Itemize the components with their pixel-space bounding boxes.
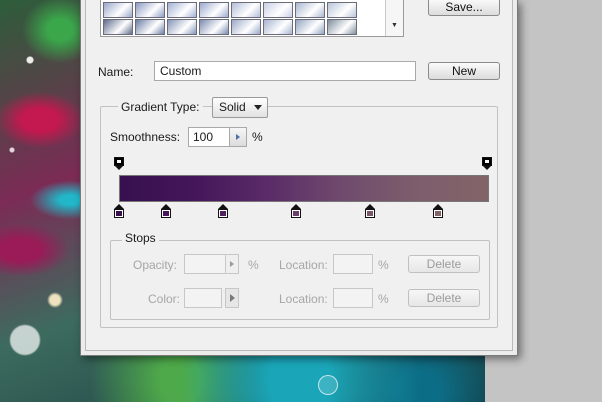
dialog-body: ▼ Save... Name: Custom New Gradient Type…	[85, 0, 513, 351]
gradient-preset-swatch[interactable]	[295, 19, 325, 35]
gradient-preset-swatch[interactable]	[263, 19, 293, 35]
chevron-down-icon	[254, 105, 262, 110]
smoothness-field[interactable]: 100	[188, 127, 230, 147]
gradient-preset-swatch[interactable]	[327, 2, 357, 18]
color-stop[interactable]	[218, 204, 228, 218]
gradient-preset-swatch[interactable]	[263, 2, 293, 18]
color-stop[interactable]	[114, 204, 124, 218]
color-stop[interactable]	[433, 204, 443, 218]
gradient-presets-grid[interactable]: ▼	[100, 0, 404, 37]
name-label: Name:	[98, 65, 134, 79]
color-stop[interactable]	[291, 204, 301, 218]
presets-scrollbar[interactable]: ▼	[385, 0, 403, 36]
color-stop[interactable]	[161, 204, 171, 218]
gradient-preset-swatch[interactable]	[167, 2, 197, 18]
bubble-decoration	[318, 375, 338, 395]
location-label-color: Location:	[279, 292, 328, 306]
delete-opacity-stop-button[interactable]: Delete	[408, 255, 480, 273]
location-field-opacity[interactable]	[333, 254, 373, 274]
location-label-opacity: Location:	[279, 258, 328, 272]
smoothness-slider-button[interactable]	[229, 127, 247, 147]
location-field-color[interactable]	[333, 288, 373, 308]
gradient-preview-bar[interactable]	[119, 175, 489, 202]
gradient-type-label: Gradient Type:	[118, 100, 203, 114]
location-unit-opacity: %	[378, 258, 389, 272]
stops-group	[110, 240, 490, 320]
stops-legend: Stops	[122, 231, 159, 245]
gradient-preset-swatch[interactable]	[103, 2, 133, 18]
opacity-stop-left[interactable]	[114, 157, 124, 171]
opacity-stop-right[interactable]	[482, 157, 492, 171]
new-button[interactable]: New	[428, 62, 500, 80]
gradient-preset-swatch[interactable]	[135, 2, 165, 18]
opacity-unit: %	[248, 258, 259, 272]
color-stop[interactable]	[365, 204, 375, 218]
smoothness-unit: %	[252, 130, 263, 144]
gradient-preset-swatch[interactable]	[295, 2, 325, 18]
gradient-preset-swatch[interactable]	[199, 19, 229, 35]
color-label: Color:	[148, 292, 181, 306]
opacity-field[interactable]	[184, 254, 226, 274]
gradient-preset-swatch[interactable]	[231, 19, 261, 35]
gradient-type-select[interactable]: Solid	[212, 97, 268, 118]
scroll-down-icon[interactable]: ▼	[391, 22, 398, 29]
smoothness-label: Smoothness:	[110, 130, 181, 144]
gradient-preset-swatch[interactable]	[199, 2, 229, 18]
color-menu-button[interactable]	[225, 288, 239, 308]
gradient-preset-swatch[interactable]	[231, 2, 261, 18]
gradient-preset-swatch[interactable]	[135, 19, 165, 35]
opacity-label: Opacity:	[133, 258, 178, 272]
gradient-type-value: Solid	[219, 100, 246, 114]
delete-color-stop-button[interactable]: Delete	[408, 289, 480, 307]
gradient-preset-swatch[interactable]	[167, 19, 197, 35]
opacity-slider-button[interactable]	[225, 254, 239, 274]
location-unit-color: %	[378, 292, 389, 306]
gradient-preset-swatch[interactable]	[103, 19, 133, 35]
gradient-preset-swatch[interactable]	[327, 19, 357, 35]
save-button[interactable]: Save...	[428, 0, 500, 16]
stop-color-swatch[interactable]	[184, 288, 222, 308]
gradient-editor-dialog: ▼ Save... Name: Custom New Gradient Type…	[80, 0, 518, 356]
name-field[interactable]: Custom	[154, 61, 416, 81]
